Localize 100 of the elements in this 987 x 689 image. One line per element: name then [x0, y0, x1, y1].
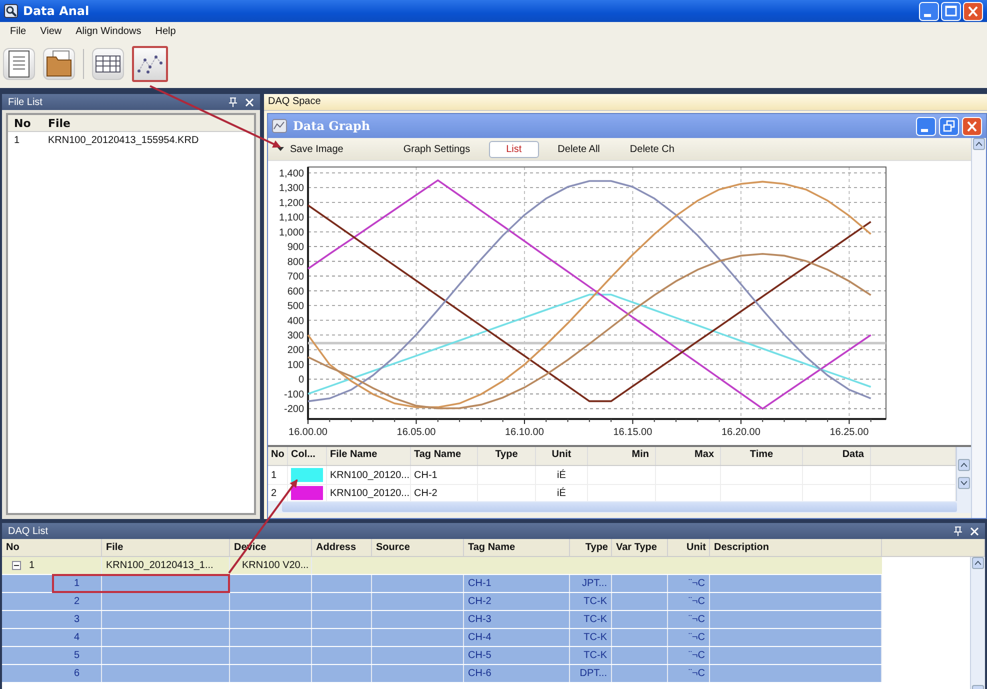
scroll-up-icon[interactable]	[973, 138, 985, 150]
table-cell: TC-K	[570, 647, 612, 664]
table-cell: iÉ	[536, 466, 588, 485]
table-tool-button[interactable]	[92, 48, 124, 80]
table-cell: KRN100 V20...	[230, 557, 312, 574]
restore-button[interactable]	[939, 116, 959, 136]
column-header[interactable]: No	[268, 447, 288, 465]
tick-label: 1,200	[278, 198, 304, 209]
minimize-button[interactable]	[916, 116, 936, 136]
document-icon	[6, 49, 32, 79]
close-icon[interactable]	[970, 526, 979, 536]
column-header[interactable]: No	[8, 116, 44, 130]
menu-item[interactable]: Help	[155, 26, 176, 36]
column-header[interactable]: File	[102, 539, 230, 556]
channel-row[interactable]: 3 CH-3 TC-K ¨¬C	[2, 611, 882, 629]
table-cell: DPT...	[570, 665, 612, 682]
group-row[interactable]: 1 KRN100_20120413_1... KRN100 V20...	[2, 557, 882, 575]
channel-row[interactable]: 2 CH-2 TC-K ¨¬C	[2, 593, 882, 611]
scroll-down-icon[interactable]	[958, 477, 970, 489]
pin-icon[interactable]	[954, 526, 962, 536]
close-icon[interactable]	[245, 98, 254, 106]
maximize-button[interactable]	[941, 2, 961, 20]
save-image-menu[interactable]: Save Image	[274, 140, 354, 158]
tick-label: 100	[287, 360, 304, 371]
table-cell-text: KRN100_20120413_155954.KRD	[47, 134, 199, 146]
caret-icon	[277, 147, 284, 151]
table-cell: ¨¬C	[668, 629, 710, 646]
tick-label: 1,300	[278, 183, 304, 194]
row-number: 2	[2, 593, 102, 610]
scroll-up-icon[interactable]	[958, 459, 970, 471]
table-cell: CH-1	[411, 466, 478, 485]
tick-label: 16.00.00	[288, 427, 328, 438]
tick-label: 900	[287, 242, 304, 254]
graph-icon	[272, 119, 287, 133]
table-cell: CH-2	[464, 593, 570, 610]
toolbar-button[interactable]: List	[489, 140, 539, 158]
toolbar-button[interactable]: Graph Settings	[392, 140, 482, 158]
minimize-button[interactable]	[919, 2, 939, 20]
column-header[interactable]: Type	[478, 447, 536, 465]
graph-window-title: Data Graph	[293, 119, 370, 133]
tick-label: -200	[284, 404, 304, 416]
column-header[interactable]: Time	[721, 447, 803, 465]
column-header[interactable]: Var Type	[612, 539, 668, 556]
table-cell: ¨¬C	[668, 647, 710, 664]
table-cell: CH-4	[464, 629, 570, 646]
toolbar-button[interactable]: Delete Ch	[618, 140, 686, 158]
menu-item[interactable]: View	[40, 26, 62, 36]
tick-label: 1,100	[278, 212, 304, 224]
column-header[interactable]: Data	[803, 447, 871, 465]
tick-label: 700	[287, 272, 304, 283]
table-cell: ¨¬C	[668, 593, 710, 610]
scroll-up-icon[interactable]	[972, 557, 984, 569]
table-cell: TC-K	[570, 629, 612, 646]
tick-label: 16.05.00	[396, 427, 436, 438]
column-header[interactable]: Tag Name	[411, 447, 478, 465]
table-cell: CH-3	[464, 611, 570, 628]
column-header[interactable]: Max	[656, 447, 721, 465]
column-header[interactable]: Unit	[536, 447, 588, 465]
tick-label: 400	[287, 316, 304, 327]
column-header[interactable]: No	[2, 539, 102, 556]
folder-icon	[45, 49, 73, 79]
graph-tool-button[interactable]	[132, 46, 168, 82]
horizontal-scrollbar[interactable]	[268, 501, 971, 513]
close-button[interactable]	[962, 116, 982, 136]
tick-label: 16.25.00	[830, 427, 869, 438]
menu-item[interactable]: File	[10, 26, 26, 36]
vertical-scrollbar[interactable]	[970, 557, 985, 689]
panel-title: DAQ List	[8, 526, 48, 536]
toolbar-button[interactable]: Delete All	[546, 140, 611, 158]
column-header[interactable]: File	[44, 116, 71, 130]
column-header[interactable]: Col...	[288, 447, 327, 465]
column-header[interactable]: Address	[312, 539, 372, 556]
document-tab[interactable]: DAQ Space	[264, 94, 987, 111]
column-header[interactable]: File Name	[327, 447, 411, 465]
channel-row[interactable]: 4 CH-4 TC-K ¨¬C	[2, 629, 882, 647]
document-tool-button[interactable]	[3, 48, 35, 80]
table-cell: KRN100_20120...	[327, 466, 411, 485]
table-cell: ¨¬C	[668, 665, 710, 682]
column-header[interactable]: Description	[710, 539, 882, 556]
channel-row[interactable]: 6 CH-6 DPT... ¨¬C	[2, 665, 882, 683]
column-header[interactable]: Source	[372, 539, 464, 556]
channel-row[interactable]: 1 CH-1 JPT... ¨¬C	[2, 575, 882, 593]
column-header[interactable]: Unit	[668, 539, 710, 556]
vertical-scrollbar[interactable]	[956, 447, 971, 501]
collapse-icon[interactable]	[12, 561, 21, 570]
column-header[interactable]: Tag Name	[464, 539, 570, 556]
window-title: Data Anal	[23, 4, 90, 18]
table-cell: CH-6	[464, 665, 570, 682]
tick-label: 200	[287, 345, 304, 356]
pin-icon[interactable]	[229, 97, 237, 107]
menu-item[interactable]: Align Windows	[76, 26, 142, 36]
column-header[interactable]: Type	[570, 539, 612, 556]
folder-tool-button[interactable]	[43, 48, 75, 80]
table-cell: CH-1	[464, 575, 570, 592]
channel-row[interactable]: 5 CH-5 TC-K ¨¬C	[2, 647, 882, 665]
close-button[interactable]	[963, 2, 983, 20]
row-number: 1	[2, 575, 102, 592]
row-number: 5	[2, 647, 102, 664]
column-header[interactable]: Min	[588, 447, 656, 465]
vertical-scrollbar[interactable]	[971, 138, 986, 518]
